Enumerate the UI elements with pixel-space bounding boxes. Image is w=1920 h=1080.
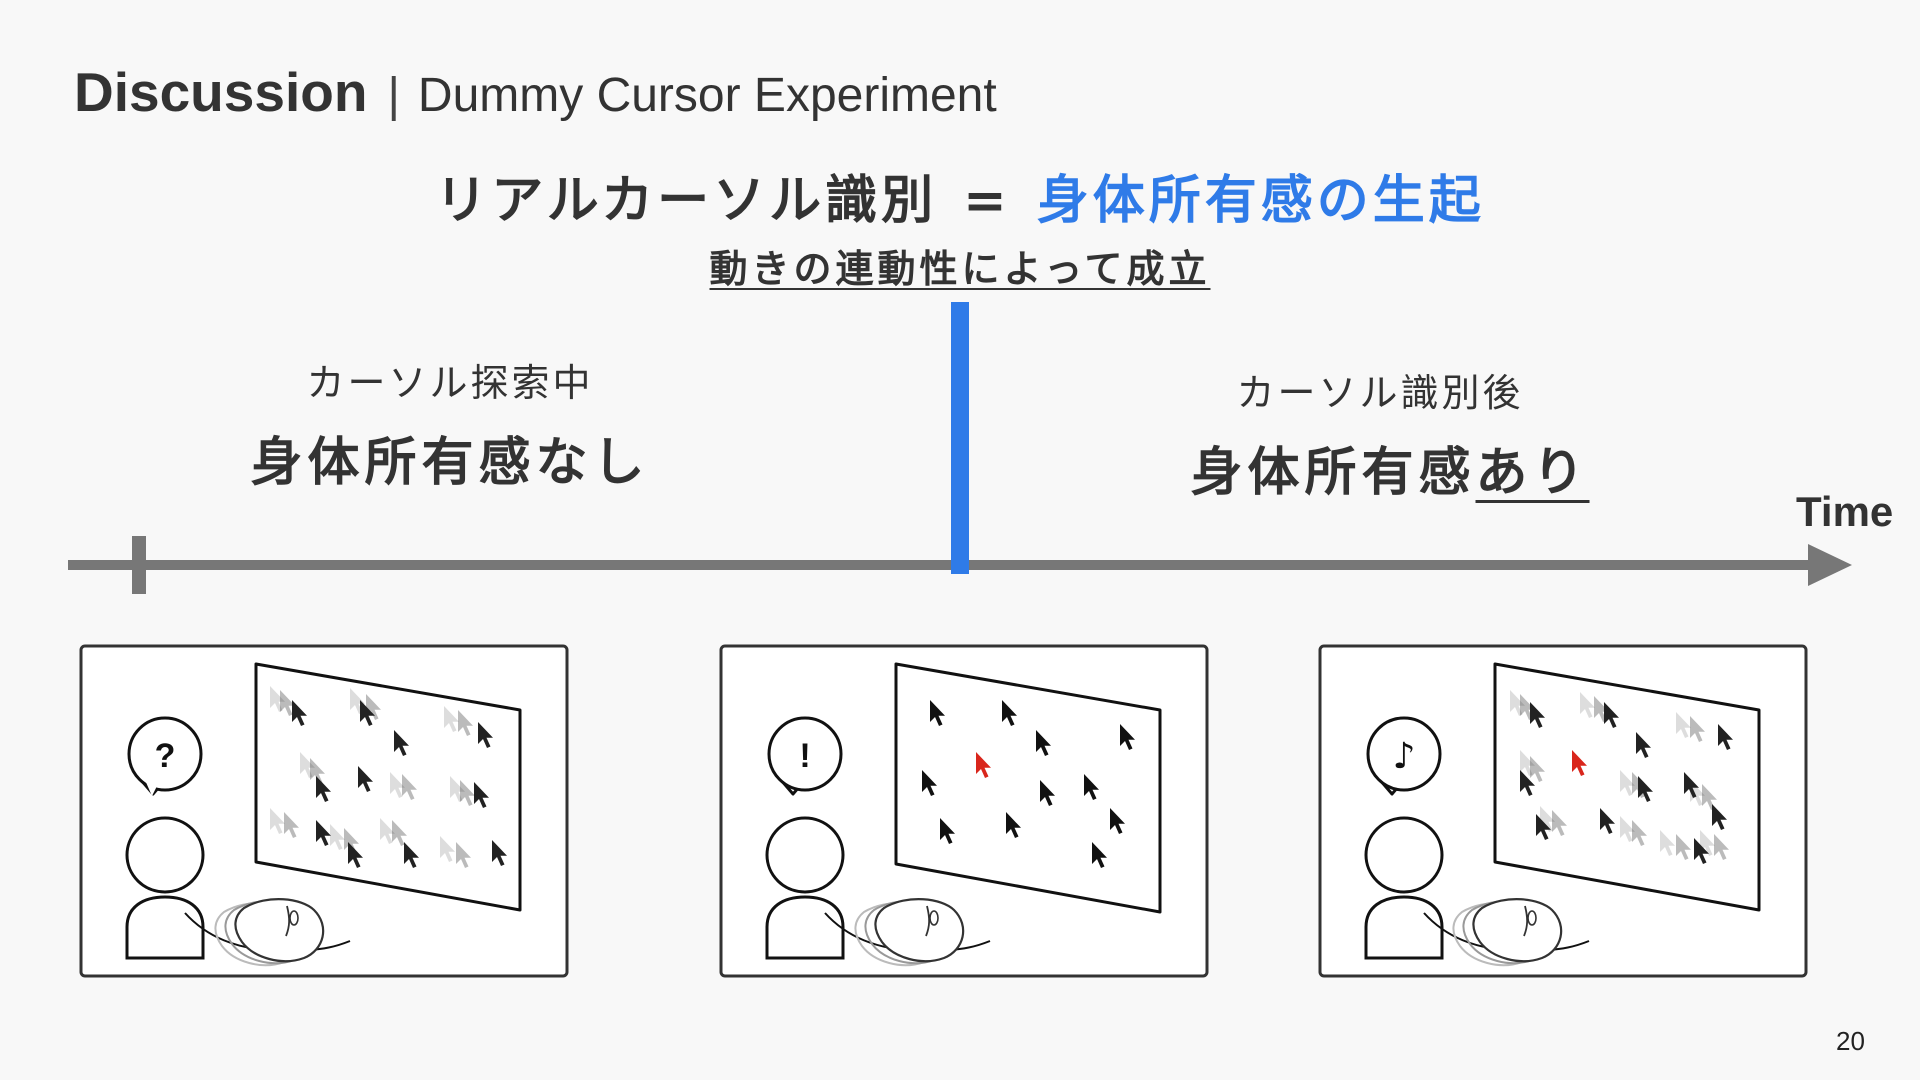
bubble-symbol-exclamation: ! bbox=[799, 737, 810, 775]
bubble-symbol-question: ? bbox=[155, 737, 176, 775]
panel-searching: ? bbox=[79, 644, 569, 978]
time-axis-arrowhead bbox=[1808, 544, 1852, 586]
identification-marker bbox=[951, 302, 969, 574]
bubble-symbol-music-note: ♪ bbox=[1393, 736, 1416, 777]
diagram-canvas: ? ! ♪ bbox=[68, 302, 1852, 978]
panel-ownership: ♪ bbox=[1318, 644, 1808, 978]
panel-identified: ! bbox=[719, 644, 1209, 978]
